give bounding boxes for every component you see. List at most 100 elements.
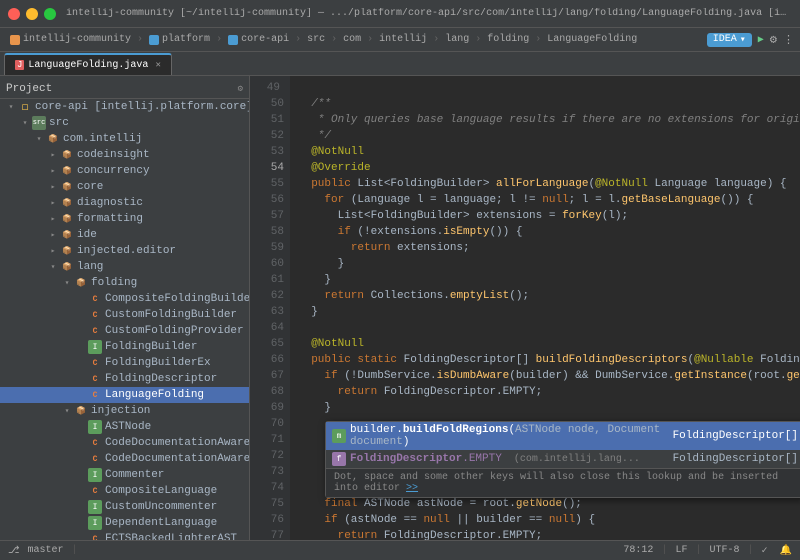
more-icon[interactable]: ⋮ (783, 33, 794, 47)
tree-item-root[interactable]: ▾ ◻ core-api [intellij.platform.core] (0, 99, 249, 115)
tree-item-folding-builder-ex[interactable]: ▸ C FoldingBuilderEx (0, 355, 249, 371)
tree-arrow: ▾ (18, 118, 32, 128)
status-sep: | (748, 545, 754, 556)
autocomplete-popup[interactable]: m builder.buildFoldRegions(ASTNode node,… (325, 421, 800, 498)
breadcrumb-item-languagefolding[interactable]: LanguageFolding (543, 32, 641, 47)
window-controls[interactable] (8, 8, 56, 20)
tree-label: CodeDocumentationAwareCo... (105, 453, 250, 465)
autocomplete-item-0[interactable]: m builder.buildFoldRegions(ASTNode node,… (326, 422, 800, 450)
line-separator[interactable]: LF (675, 545, 687, 556)
project-header-label: Project (6, 83, 52, 95)
breadcrumb-item-src[interactable]: src (303, 32, 329, 47)
tab-bar: J LanguageFolding.java ✕ (0, 52, 800, 76)
tree-item-fcts[interactable]: ▸ C FCTSBackedLighterAST (0, 531, 249, 540)
pkg-icon: 📦 (60, 212, 74, 226)
project-icon (10, 35, 20, 45)
minimize-button[interactable] (26, 8, 38, 20)
tab-close-button[interactable]: ✕ (155, 60, 160, 70)
code-line: if (astNode == null || builder == null) … (298, 514, 595, 526)
tree-item-language-folding[interactable]: ▸ C LanguageFolding (0, 387, 249, 403)
breadcrumb-item-intellij2[interactable]: intellij (375, 32, 431, 47)
java-interface-icon: I (88, 468, 102, 482)
file-tab-languagefolding[interactable]: J LanguageFolding.java ✕ (4, 53, 172, 75)
tree-item-astnode[interactable]: ▸ I ASTNode (0, 419, 249, 435)
code-line: public List<FoldingBuilder> allForLangua… (298, 178, 787, 190)
notification-icon[interactable]: 🔔 (780, 545, 792, 557)
tree-item-dependent-lang[interactable]: ▸ I DependentLanguage (0, 515, 249, 531)
encoding[interactable]: UTF-8 (709, 545, 739, 556)
breadcrumb-item-platform[interactable]: platform (145, 32, 214, 47)
java-interface-icon: I (88, 340, 102, 354)
tree-item-formatting[interactable]: ▸ 📦 formatting (0, 211, 249, 227)
java-interface-icon: I (88, 500, 102, 514)
tree-label: core (77, 181, 103, 193)
sidebar-settings-icon[interactable]: ⚙ (238, 84, 243, 94)
breadcrumb: intellij-community › platform › core-api… (0, 28, 800, 52)
breadcrumb-item-folding[interactable]: folding (483, 32, 533, 47)
ac-method-name: FoldingDescriptor.EMPTY (350, 453, 502, 465)
java-class-icon: C (88, 356, 102, 370)
breadcrumb-sep: › (367, 34, 373, 45)
window-title: intellij-community [~/intellij-community… (66, 8, 792, 19)
hint-link[interactable]: >> (406, 483, 418, 494)
code-line: final ASTNode astNode = root.getNode(); (298, 498, 582, 510)
tree-item-src[interactable]: ▾ src src (0, 115, 249, 131)
tree-item-code-doc2[interactable]: ▸ C CodeDocumentationAwareCo... (0, 451, 249, 467)
tree-item-custom-folding-provider[interactable]: ▸ C CustomFoldingProvider (0, 323, 249, 339)
project-sidebar: Project ⚙ ▾ ◻ core-api [intellij.platfor… (0, 76, 250, 540)
breadcrumb-item-com[interactable]: com (339, 32, 365, 47)
tree-label: Commenter (105, 469, 164, 481)
idea-dropdown-icon: ▾ (740, 34, 746, 46)
tree-item-folding[interactable]: ▾ 📦 folding (0, 275, 249, 291)
breadcrumb-item-lang[interactable]: lang (441, 32, 473, 47)
tree-item-concurrency[interactable]: ▸ 📦 concurrency (0, 163, 249, 179)
run-icon[interactable]: ▶ (758, 34, 764, 46)
tree-item-folding-builder[interactable]: ▸ I FoldingBuilder (0, 339, 249, 355)
close-button[interactable] (8, 8, 20, 20)
tree-label: CustomUncommenter (105, 501, 217, 513)
java-class-icon: C (88, 436, 102, 450)
tree-item-custom-uncommenter[interactable]: ▸ I CustomUncommenter (0, 499, 249, 515)
module-icon (149, 35, 159, 45)
code-area[interactable]: 49 50 51 52 53 54 55 56 57 58 59 60 61 6… (250, 76, 800, 540)
code-line: return Collections.emptyList(); (298, 290, 529, 302)
tree-item-composite-lang[interactable]: ▸ C CompositeLanguage (0, 483, 249, 499)
tree-item-composite-folding[interactable]: ▸ C CompositeFoldingBuilder (0, 291, 249, 307)
pkg-icon: 📦 (60, 196, 74, 210)
tree-arrow: ▾ (60, 406, 74, 416)
tree-item-folding-descriptor[interactable]: ▸ C FoldingDescriptor (0, 371, 249, 387)
code-line: } (298, 402, 331, 414)
breadcrumb-label: platform (162, 34, 210, 45)
pkg-icon: 📦 (46, 132, 60, 146)
breadcrumb-label: src (307, 34, 325, 45)
cursor-position[interactable]: 78:12 (623, 545, 653, 556)
code-line: if (!DumbService.isDumbAware(builder) &&… (298, 370, 800, 382)
autocomplete-item-1[interactable]: f FoldingDescriptor.EMPTY (com.intellij.… (326, 450, 800, 468)
java-class-icon: C (88, 308, 102, 322)
code-line: return FoldingDescriptor.EMPTY; (298, 530, 542, 540)
git-branch[interactable]: master (28, 545, 64, 556)
tree-item-com-intellij[interactable]: ▾ 📦 com.intellij (0, 131, 249, 147)
tree-label: FoldingDescriptor (105, 373, 217, 385)
idea-button[interactable]: IDEA ▾ (707, 33, 752, 47)
java-class-icon: C (88, 484, 102, 498)
tree-item-custom-folding-builder[interactable]: ▸ C CustomFoldingBuilder (0, 307, 249, 323)
tree-item-ide[interactable]: ▸ 📦 ide (0, 227, 249, 243)
tree-arrow: ▾ (32, 134, 46, 144)
maximize-button[interactable] (44, 8, 56, 20)
breadcrumb-item-intellij[interactable]: intellij-community (6, 32, 135, 47)
tree-item-injection[interactable]: ▾ 📦 injection (0, 403, 249, 419)
tree-item-codeinsight[interactable]: ▸ 📦 codeinsight (0, 147, 249, 163)
tree-label: injection (91, 405, 150, 417)
tree-item-core[interactable]: ▸ 📦 core (0, 179, 249, 195)
code-line: @NotNull (298, 146, 364, 158)
tree-item-lang[interactable]: ▾ 📦 lang (0, 259, 249, 275)
breadcrumb-item-core-api[interactable]: core-api (224, 32, 293, 47)
tree-item-commenter[interactable]: ▸ I Commenter (0, 467, 249, 483)
tree-item-code-doc1[interactable]: ▸ C CodeDocumentationAwareCo... (0, 435, 249, 451)
pkg-icon: 📦 (60, 228, 74, 242)
build-icon[interactable]: ⚙ (770, 32, 777, 47)
tree-item-diagnostic[interactable]: ▸ 📦 diagnostic (0, 195, 249, 211)
tree-item-injected-editor[interactable]: ▸ 📦 injected.editor (0, 243, 249, 259)
breadcrumb-label: folding (487, 34, 529, 45)
